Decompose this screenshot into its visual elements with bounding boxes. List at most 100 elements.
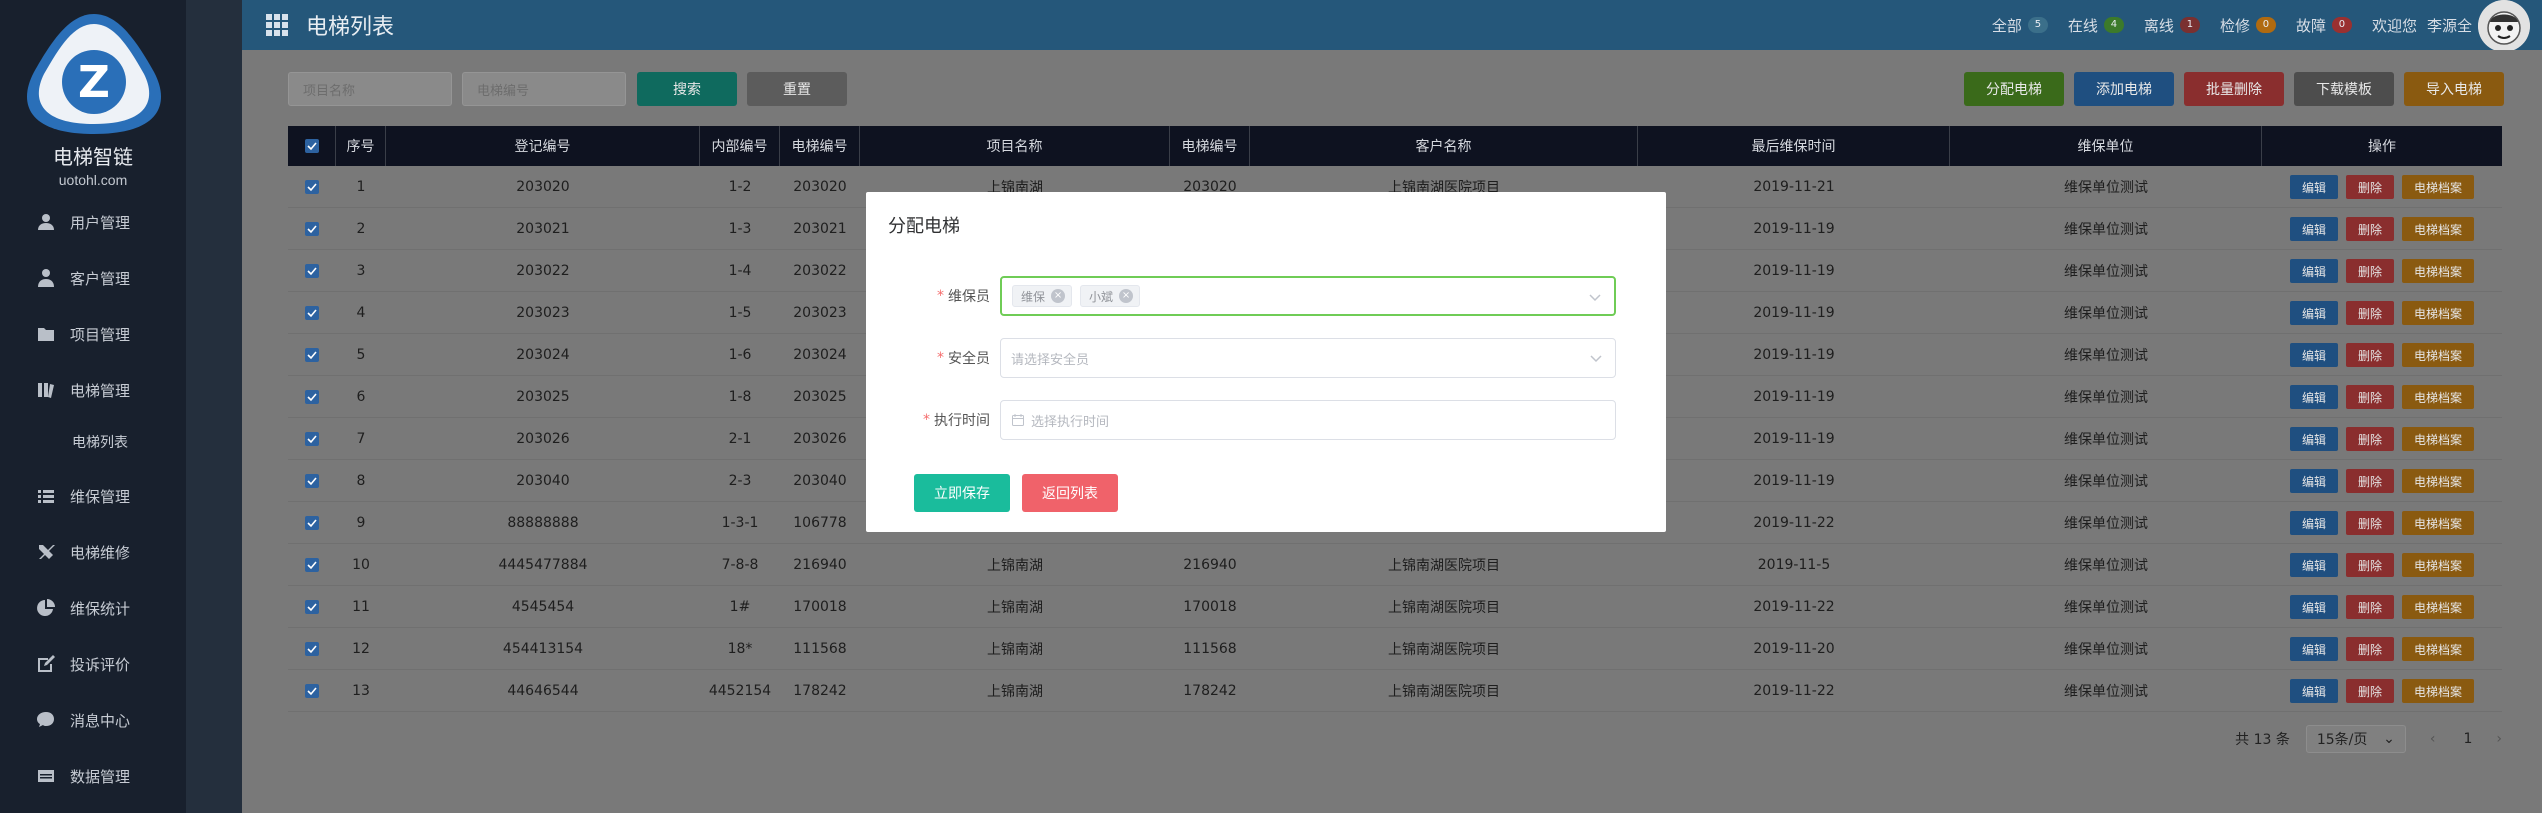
cell-elev: 203040: [793, 473, 847, 489]
add-elevator-button[interactable]: 添加电梯: [2074, 72, 2174, 106]
row-checkbox[interactable]: [288, 460, 336, 502]
save-button[interactable]: 立即保存: [914, 474, 1010, 512]
elevator-archive-button[interactable]: 电梯档案: [2402, 679, 2475, 703]
elevator-archive-button[interactable]: 电梯档案: [2402, 637, 2475, 661]
elevator-archive-button[interactable]: 电梯档案: [2402, 301, 2475, 325]
elevator-archive-button[interactable]: 电梯档案: [2402, 259, 2475, 283]
row-checkbox[interactable]: [288, 334, 336, 376]
sidebar-item-statistics[interactable]: 维保统计: [0, 590, 186, 626]
row-checkbox[interactable]: [288, 376, 336, 418]
prev-page-icon[interactable]: ‹: [2430, 731, 2436, 747]
top-header: 电梯列表 全部 5 在线 4 离线 1 检修 0 故障 0 欢迎您 李源全: [186, 0, 2542, 52]
download-template-button[interactable]: 下载模板: [2294, 72, 2394, 106]
edit-button[interactable]: 编辑: [2289, 175, 2338, 199]
cell-reg: 454413154: [502, 641, 584, 657]
row-checkbox[interactable]: [288, 628, 336, 670]
row-checkbox[interactable]: [288, 670, 336, 712]
elevator-number-input[interactable]: 电梯编号: [462, 72, 626, 106]
row-checkbox[interactable]: [288, 586, 336, 628]
row-checkbox[interactable]: [288, 502, 336, 544]
search-button[interactable]: 搜索: [637, 72, 737, 106]
edit-button[interactable]: 编辑: [2289, 217, 2338, 241]
status-offline[interactable]: 离线 1: [2144, 15, 2200, 36]
delete-button[interactable]: 删除: [2345, 679, 2394, 703]
delete-button[interactable]: 删除: [2345, 637, 2394, 661]
elevator-archive-button[interactable]: 电梯档案: [2402, 469, 2475, 493]
edit-button[interactable]: 编辑: [2289, 511, 2338, 535]
import-elevator-button[interactable]: 导入电梯: [2404, 72, 2504, 106]
delete-button[interactable]: 删除: [2345, 427, 2394, 451]
next-page-icon[interactable]: ›: [2496, 731, 2502, 747]
elevator-archive-button[interactable]: 电梯档案: [2402, 595, 2475, 619]
batch-delete-button[interactable]: 批量删除: [2184, 72, 2284, 106]
sidebar-item-users[interactable]: 用户管理: [0, 204, 186, 240]
edit-button[interactable]: 编辑: [2289, 469, 2338, 493]
edit-button[interactable]: 编辑: [2289, 637, 2338, 661]
sidebar-item-customers[interactable]: 客户管理: [0, 260, 186, 296]
row-checkbox[interactable]: [288, 292, 336, 334]
delete-button[interactable]: 删除: [2345, 553, 2394, 577]
delete-button[interactable]: 删除: [2345, 385, 2394, 409]
elevator-archive-button[interactable]: 电梯档案: [2402, 511, 2475, 535]
row-checkbox[interactable]: [288, 250, 336, 292]
delete-button[interactable]: 删除: [2345, 469, 2394, 493]
row-checkbox[interactable]: [288, 544, 336, 586]
sidebar-item-label: 电梯维修: [70, 543, 131, 562]
edit-button[interactable]: 编辑: [2289, 259, 2338, 283]
elevator-archive-button[interactable]: 电梯档案: [2402, 217, 2475, 241]
back-to-list-button[interactable]: 返回列表: [1022, 474, 1118, 512]
status-all[interactable]: 全部 5: [1992, 15, 2048, 36]
cell-unit: 维保单位测试: [2064, 642, 2148, 658]
page-size-select[interactable]: 15条/页 ⌄: [2305, 725, 2406, 753]
safety-officer-select[interactable]: 请选择安全员: [1000, 338, 1616, 378]
cell-reg: 203022: [516, 263, 570, 279]
reset-button[interactable]: 重置: [747, 72, 847, 106]
elevator-archive-button[interactable]: 电梯档案: [2402, 175, 2475, 199]
status-inspection[interactable]: 检修 0: [2220, 15, 2276, 36]
elevator-archive-button[interactable]: 电梯档案: [2402, 553, 2475, 577]
elevator-archive-button[interactable]: 电梯档案: [2402, 385, 2475, 409]
delete-button[interactable]: 删除: [2345, 259, 2394, 283]
edit-button[interactable]: 编辑: [2289, 679, 2338, 703]
tag-close-icon[interactable]: ×: [1051, 289, 1066, 303]
maintainer-select[interactable]: 维保 × 小斌 ×: [1000, 276, 1616, 316]
edit-button[interactable]: 编辑: [2289, 553, 2338, 577]
project-name-input[interactable]: 项目名称: [288, 72, 452, 106]
edit-button[interactable]: 编辑: [2289, 427, 2338, 451]
sidebar-item-complaints[interactable]: 投诉评价: [0, 646, 186, 682]
edit-button[interactable]: 编辑: [2289, 385, 2338, 409]
edit-button[interactable]: 编辑: [2289, 343, 2338, 367]
select-all-checkbox[interactable]: [288, 126, 336, 166]
sidebar-item-messages[interactable]: 消息中心: [0, 702, 186, 738]
edit-button[interactable]: 编辑: [2289, 595, 2338, 619]
delete-button[interactable]: 删除: [2345, 217, 2394, 241]
execution-time-picker[interactable]: 选择执行时间: [1000, 400, 1616, 440]
sidebar-item-data[interactable]: 数据管理: [0, 758, 186, 794]
sidebar-item-maintenance[interactable]: 维保管理: [0, 478, 186, 514]
edit-button[interactable]: 编辑: [2289, 301, 2338, 325]
row-checkbox[interactable]: [288, 208, 336, 250]
username[interactable]: 李源全: [2427, 15, 2472, 36]
status-online[interactable]: 在线 4: [2068, 15, 2124, 36]
delete-button[interactable]: 删除: [2345, 511, 2394, 535]
delete-button[interactable]: 删除: [2345, 343, 2394, 367]
status-fault[interactable]: 故障 0: [2296, 15, 2352, 36]
elevator-archive-button[interactable]: 电梯档案: [2402, 343, 2475, 367]
sidebar-item-elevators[interactable]: 电梯管理: [0, 372, 186, 408]
current-page[interactable]: 1: [2463, 731, 2472, 747]
avatar[interactable]: [2478, 0, 2530, 52]
row-checkbox[interactable]: [288, 166, 336, 208]
row-checkbox[interactable]: [288, 418, 336, 460]
welcome-text: 欢迎您: [2371, 16, 2417, 35]
sidebar-subitem-elevator-list[interactable]: 电梯列表: [0, 426, 186, 458]
cell-project: 上锦南湖: [987, 600, 1043, 616]
col-header: 电梯编号: [780, 126, 860, 166]
delete-button[interactable]: 删除: [2345, 301, 2394, 325]
tag-close-icon[interactable]: ×: [1119, 289, 1134, 303]
sidebar-item-repair[interactable]: 电梯维修: [0, 534, 186, 570]
elevator-archive-button[interactable]: 电梯档案: [2402, 427, 2475, 451]
sidebar-item-projects[interactable]: 项目管理: [0, 316, 186, 352]
delete-button[interactable]: 删除: [2345, 595, 2394, 619]
delete-button[interactable]: 删除: [2345, 175, 2394, 199]
assign-elevator-button[interactable]: 分配电梯: [1964, 72, 2064, 106]
